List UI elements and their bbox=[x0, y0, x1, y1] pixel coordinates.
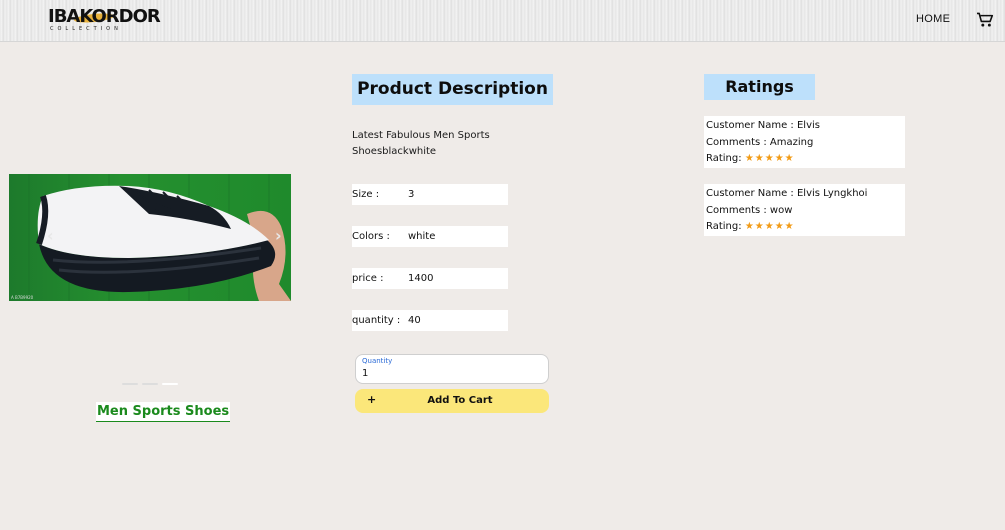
product-name-link[interactable]: Men Sports Shoes bbox=[96, 402, 231, 422]
add-to-cart-button[interactable]: + Add To Cart bbox=[355, 389, 549, 413]
carousel-dot[interactable] bbox=[142, 383, 158, 385]
spec-label: Size : bbox=[352, 189, 380, 200]
review-card: Customer Name : Elvis Comments : Amazing… bbox=[704, 116, 905, 168]
spec-value: 3 bbox=[408, 189, 415, 200]
carousel-indicators bbox=[122, 383, 182, 386]
spec-row-price: price : 1400 bbox=[352, 268, 508, 289]
product-image-carousel[interactable]: ‹ › A B7B9920 bbox=[9, 174, 291, 301]
review-comment: Comments : wow bbox=[706, 204, 793, 216]
spec-label: price : bbox=[352, 273, 384, 284]
review-card: Customer Name : Elvis Lyngkhoi Comments … bbox=[704, 184, 905, 236]
product-description-heading: Product Description bbox=[352, 74, 553, 105]
carousel-dot[interactable] bbox=[122, 383, 138, 385]
spec-row-quantity: quantity : 40 bbox=[352, 310, 508, 331]
star-rating-icon: ★★★★★ bbox=[744, 221, 795, 232]
review-rating: Rating: ★★★★★ bbox=[706, 219, 903, 236]
spec-row-size: Size : 3 bbox=[352, 184, 508, 205]
spec-label: Colors : bbox=[352, 231, 390, 242]
review-customer-name: Customer Name : Elvis Lyngkhoi bbox=[706, 188, 868, 199]
carousel-dot-active[interactable] bbox=[162, 383, 178, 385]
logo-subtext: COLLECTION bbox=[50, 26, 122, 32]
spec-value: white bbox=[408, 231, 436, 242]
product-description-text: Latest Fabulous Men Sports Shoesblackwhi… bbox=[352, 130, 490, 157]
review-customer-name: Customer Name : Elvis bbox=[706, 120, 820, 131]
star-rating-icon: ★★★★★ bbox=[744, 153, 795, 164]
review-comment: Comments : Amazing bbox=[706, 136, 814, 148]
chevron-left-icon[interactable]: ‹ bbox=[47, 226, 54, 245]
brand-logo[interactable]: IBAKORDOR COLLECTION bbox=[48, 6, 161, 34]
image-watermark: A B7B9920 bbox=[11, 295, 34, 300]
spec-value: 40 bbox=[408, 315, 421, 326]
quantity-field-label: Quantity bbox=[362, 357, 393, 365]
review-rating: Rating: ★★★★★ bbox=[706, 151, 903, 168]
review-rating-label: Rating: bbox=[706, 153, 742, 164]
chevron-right-icon[interactable]: › bbox=[275, 226, 282, 245]
quantity-field-value[interactable]: 1 bbox=[362, 368, 368, 379]
nav-home-link[interactable]: HOME bbox=[916, 13, 950, 25]
ratings-heading: Ratings bbox=[704, 74, 815, 100]
quantity-field[interactable]: Quantity 1 bbox=[355, 354, 549, 384]
spec-value: 1400 bbox=[408, 273, 434, 284]
add-to-cart-label: Add To Cart bbox=[427, 395, 493, 406]
spec-label: quantity : bbox=[352, 315, 401, 326]
top-navbar: IBAKORDOR COLLECTION HOME bbox=[0, 0, 1005, 42]
spec-row-colors: Colors : white bbox=[352, 226, 508, 247]
review-rating-label: Rating: bbox=[706, 221, 742, 232]
logo-text: IBAKORDOR bbox=[48, 6, 161, 27]
shopping-cart-icon[interactable] bbox=[976, 12, 994, 28]
